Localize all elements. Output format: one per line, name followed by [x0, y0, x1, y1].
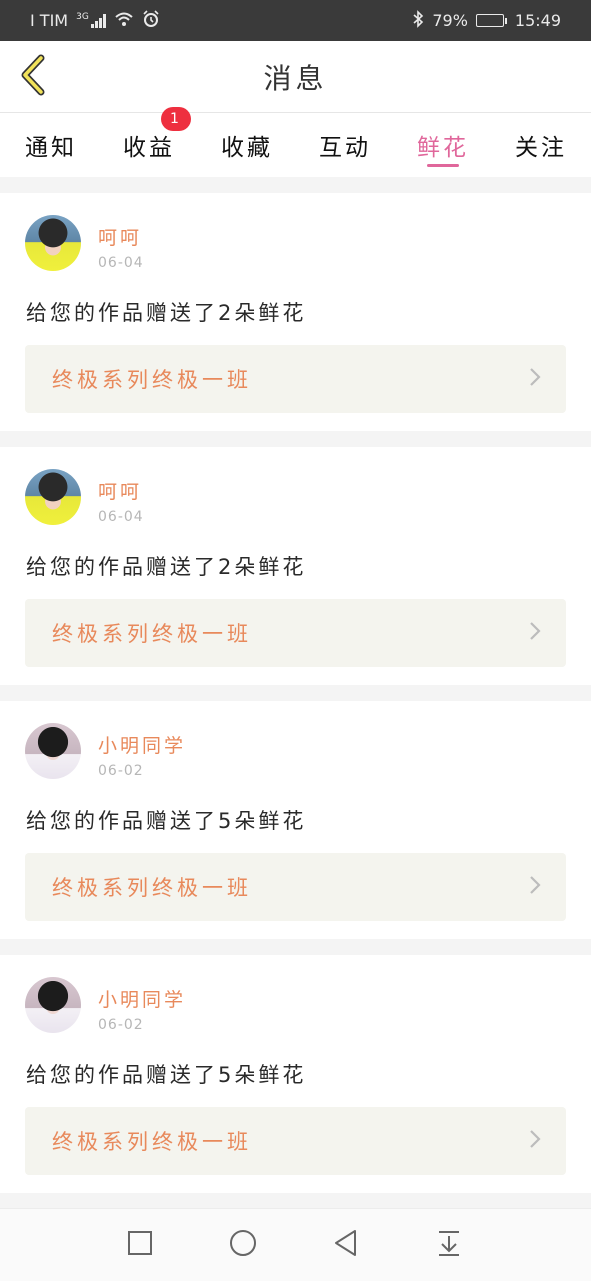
- tab-label: 互动: [319, 135, 371, 161]
- circle-icon: [229, 1229, 257, 1261]
- status-right: 79% 15:49: [412, 9, 561, 32]
- wifi-icon: [114, 11, 134, 31]
- tab-following[interactable]: 关注: [501, 113, 581, 177]
- home-button[interactable]: [225, 1227, 261, 1263]
- tab-label: 通知: [25, 135, 77, 161]
- message-date: 06-04: [98, 255, 144, 271]
- tab-flowers[interactable]: 鲜花: [403, 113, 483, 177]
- recent-apps-button[interactable]: [122, 1227, 158, 1263]
- username[interactable]: 小明同学: [98, 731, 186, 758]
- message-list: 呵呵 06-04 给您的作品赠送了2朵鲜花 终极系列终极一班 呵呵 06-04 …: [0, 193, 591, 1209]
- status-bar: I TIM 3G 79% 15:49: [0, 0, 591, 41]
- square-icon: [127, 1230, 153, 1260]
- clock-label: 15:49: [514, 11, 561, 30]
- message-text: 给您的作品赠送了5朵鲜花: [26, 809, 307, 833]
- chevron-right-icon: [528, 620, 542, 646]
- battery-percent: 79%: [432, 11, 468, 30]
- message-text: 给您的作品赠送了2朵鲜花: [26, 555, 307, 579]
- system-nav-bar: [0, 1208, 591, 1281]
- active-tab-indicator: [427, 164, 459, 167]
- signal-icon: [90, 13, 106, 28]
- username[interactable]: 呵呵: [98, 477, 142, 504]
- username[interactable]: 呵呵: [98, 223, 142, 250]
- chevron-right-icon: [528, 366, 542, 392]
- work-title: 终极系列终极一班: [52, 1130, 252, 1154]
- work-link[interactable]: 终极系列终极一班: [25, 853, 566, 921]
- tab-earnings[interactable]: 收益 1: [109, 107, 191, 177]
- avatar[interactable]: [25, 723, 81, 779]
- chevron-right-icon: [528, 874, 542, 900]
- tab-label: 鲜花: [417, 135, 469, 161]
- work-title: 终极系列终极一班: [52, 876, 252, 900]
- chevron-right-icon: [528, 1128, 542, 1154]
- unread-badge: 1: [161, 107, 191, 131]
- bluetooth-icon: [412, 9, 424, 32]
- avatar[interactable]: [25, 469, 81, 525]
- notification-pull-button[interactable]: [431, 1227, 467, 1263]
- carrier-label: I TIM: [30, 11, 69, 30]
- alarm-icon: [142, 9, 160, 32]
- list-item: 呵呵 06-04 给您的作品赠送了2朵鲜花 终极系列终极一班: [0, 447, 591, 685]
- tab-label: 关注: [515, 135, 567, 161]
- list-item: 呵呵 06-04 给您的作品赠送了2朵鲜花 终极系列终极一班: [0, 193, 591, 431]
- tab-label: 收益: [123, 135, 175, 161]
- work-title: 终极系列终极一班: [52, 368, 252, 392]
- work-link[interactable]: 终极系列终极一班: [25, 599, 566, 667]
- work-title: 终极系列终极一班: [52, 622, 252, 646]
- battery-icon: [475, 14, 507, 27]
- message-date: 06-02: [98, 763, 144, 779]
- page-title: 消息: [263, 61, 328, 95]
- message-date: 06-02: [98, 1017, 144, 1033]
- triangle-back-icon: [333, 1229, 359, 1261]
- message-date: 06-04: [98, 509, 144, 525]
- message-text: 给您的作品赠送了2朵鲜花: [26, 301, 307, 325]
- header: 消息: [0, 41, 591, 113]
- list-item: 小明同学 06-02 给您的作品赠送了5朵鲜花 终极系列终极一班: [0, 701, 591, 939]
- tab-notifications[interactable]: 通知: [11, 113, 91, 177]
- notification-pull-icon: [436, 1229, 462, 1261]
- back-button[interactable]: [14, 54, 54, 100]
- tab-favorites[interactable]: 收藏: [207, 113, 287, 177]
- tab-label: 收藏: [221, 135, 273, 161]
- back-nav-button[interactable]: [328, 1227, 364, 1263]
- work-link[interactable]: 终极系列终极一班: [25, 345, 566, 413]
- tab-bar: 通知 收益 1 收藏 互动 鲜花 关注: [0, 107, 591, 177]
- username[interactable]: 小明同学: [98, 985, 186, 1012]
- avatar[interactable]: [25, 977, 81, 1033]
- avatar[interactable]: [25, 215, 81, 271]
- work-link[interactable]: 终极系列终极一班: [25, 1107, 566, 1175]
- list-item: 小明同学 06-02 给您的作品赠送了5朵鲜花 终极系列终极一班: [0, 955, 591, 1193]
- message-text: 给您的作品赠送了5朵鲜花: [26, 1063, 307, 1087]
- chevron-left-icon: [19, 54, 49, 100]
- network-label: 3G: [76, 11, 89, 22]
- status-left: I TIM 3G: [30, 9, 160, 32]
- tab-interactions[interactable]: 互动: [305, 113, 385, 177]
